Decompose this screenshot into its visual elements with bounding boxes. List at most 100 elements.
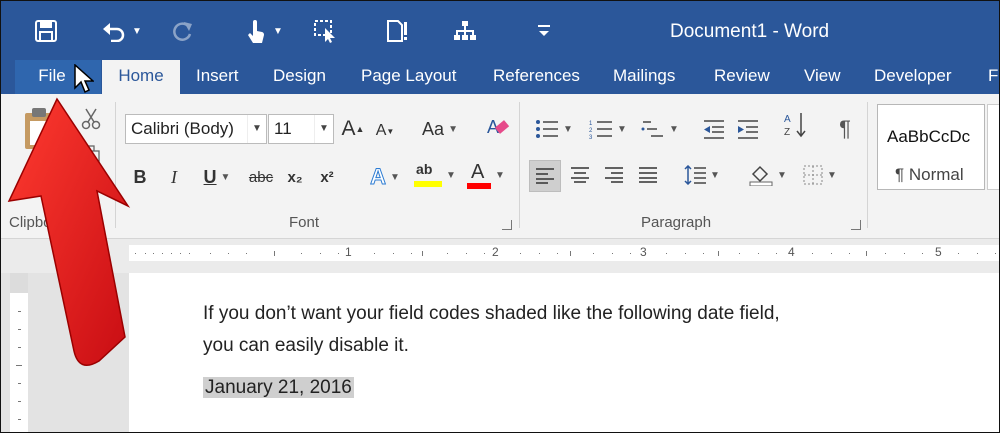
tab-format[interactable]: Fo <box>988 60 999 94</box>
cut-icon[interactable] <box>77 104 105 134</box>
paste-label[interactable]: Pa <box>21 156 61 186</box>
increase-indent-icon[interactable] <box>733 114 763 144</box>
decrease-indent-icon[interactable] <box>699 114 729 144</box>
font-size-value: 11 <box>274 119 292 138</box>
indent-marker-icon[interactable] <box>66 241 80 271</box>
align-left-button[interactable] <box>529 160 561 192</box>
document-page[interactable]: If you don’t want your field codes shade… <box>129 273 999 432</box>
separator <box>867 102 868 228</box>
window-title: Document1 - Word <box>670 21 830 42</box>
touch-mode-icon[interactable]: ▼ <box>241 13 287 49</box>
underline-button[interactable]: U ▼ <box>195 162 239 192</box>
undo-dropdown-icon[interactable]: ▼ <box>132 26 142 37</box>
customize-qat-icon[interactable] <box>534 13 554 49</box>
chevron-down-icon: ▼ <box>563 123 573 135</box>
align-right-button[interactable] <box>599 160 629 190</box>
text-effects-button[interactable]: A ▼ <box>363 162 407 192</box>
font-color-button[interactable]: A ▼ <box>463 160 509 190</box>
paragraph-dialog-launcher-icon[interactable] <box>851 220 861 230</box>
save-icon[interactable] <box>31 13 61 49</box>
proofing-icon[interactable] <box>382 13 412 49</box>
chevron-down-icon: ▼ <box>827 169 837 181</box>
undo-icon[interactable]: ▼ <box>97 13 147 49</box>
font-name-combo[interactable]: Calibri (Body) ▼ <box>125 114 267 144</box>
clear-formatting-icon[interactable]: A <box>483 112 513 142</box>
redo-icon <box>171 13 195 49</box>
hierarchy-icon[interactable] <box>450 13 480 49</box>
tab-design[interactable]: Design <box>273 60 326 94</box>
left-margin-area <box>1 273 129 432</box>
ruler-number: 1 <box>345 245 352 259</box>
horizontal-ruler[interactable]: 1 2 3 4 5 <box>129 245 999 261</box>
date-field[interactable]: January 21, 2016 <box>203 377 354 399</box>
underline-glyph: U <box>203 166 217 187</box>
highlight-glyph: ab <box>416 161 433 177</box>
copy-icon[interactable] <box>77 140 105 170</box>
svg-text:1: 1 <box>589 121 593 127</box>
svg-text:A: A <box>784 114 791 125</box>
tab-references[interactable]: References <box>493 60 580 94</box>
align-center-button[interactable] <box>565 160 595 190</box>
font-dialog-launcher-icon[interactable] <box>502 220 512 230</box>
chevron-down-icon[interactable]: ▼ <box>247 115 266 143</box>
ruler-number: 4 <box>788 245 795 259</box>
chevron-down-icon: ▼ <box>710 169 720 181</box>
shading-icon[interactable]: ▼ <box>745 160 791 190</box>
sort-icon[interactable]: AZ <box>781 110 811 140</box>
text-effects-glyph: A <box>370 164 387 190</box>
subscript-button[interactable]: x₂ <box>283 162 307 192</box>
chevron-down-icon: ▼ <box>777 169 787 181</box>
ruler-number: 3 <box>640 245 647 259</box>
chevron-down-icon: ▼ <box>669 123 679 135</box>
multilevel-list-icon[interactable]: ▼ <box>637 114 683 144</box>
shrink-font-button[interactable]: A ▼ <box>373 116 397 146</box>
style-normal[interactable]: AaBbCcDc ¶ Normal <box>877 104 985 190</box>
tab-view[interactable]: View <box>804 60 841 94</box>
font-size-combo[interactable]: 11 ▼ <box>268 114 334 144</box>
show-formatting-marks-icon[interactable]: ¶ <box>831 114 859 144</box>
date-field-text: January 21, 2016 <box>203 377 354 398</box>
ribbon-home: Pa Clipbo Calibri (Body) ▼ 11 ▼ A ▲ A ▼ Aa… <box>1 94 999 239</box>
bullets-icon[interactable]: ▼ <box>531 114 577 144</box>
styles-gallery-next[interactable] <box>987 104 999 190</box>
chevron-down-icon: ▼ <box>446 169 456 181</box>
svg-text:2: 2 <box>589 128 593 134</box>
tab-mailings[interactable]: Mailings <box>613 60 675 94</box>
tab-home[interactable]: Home <box>102 60 180 95</box>
grow-font-button[interactable]: A ▲ <box>341 114 365 144</box>
ruler-number: 5 <box>935 245 942 259</box>
chevron-down-icon: ▼ <box>389 171 400 183</box>
select-objects-icon[interactable] <box>310 13 340 49</box>
highlight-icon: ab <box>414 161 443 189</box>
style-name: ¶ Normal <box>895 165 964 184</box>
chevron-down-icon: ▼ <box>495 169 505 181</box>
strikethrough-button[interactable]: abc <box>245 162 277 192</box>
change-case-button[interactable]: Aa ▼ <box>417 114 463 144</box>
tab-developer[interactable]: Developer <box>874 60 952 94</box>
chevron-down-icon[interactable]: ▼ <box>314 115 333 143</box>
tab-page-layout[interactable]: Page Layout <box>361 60 456 94</box>
bold-button[interactable]: B <box>129 162 151 192</box>
italic-button[interactable]: I <box>163 162 185 192</box>
font-color-bar <box>467 183 492 189</box>
separator <box>115 102 116 228</box>
highlight-button[interactable]: ab ▼ <box>411 160 459 190</box>
highlight-color-bar <box>414 181 443 187</box>
paste-icon[interactable] <box>15 104 63 154</box>
change-case-glyph: Aa <box>422 118 445 139</box>
title-bar: ▼ ▼ Document1 - Word <box>1 1 999 60</box>
tab-insert[interactable]: Insert <box>196 60 239 94</box>
word-window: ▼ ▼ Document1 - Word File Home Insert De… <box>0 0 1000 433</box>
tab-review[interactable]: Review <box>714 60 770 94</box>
numbering-icon[interactable]: 123 ▼ <box>585 114 631 144</box>
superscript-button[interactable]: x² <box>315 162 339 192</box>
justify-button[interactable] <box>633 160 663 190</box>
body-text-line-2: you can easily disable it. <box>203 335 409 356</box>
borders-icon[interactable]: ▼ <box>797 160 843 190</box>
font-name-value: Calibri (Body) <box>131 119 234 138</box>
vertical-ruler[interactable] <box>10 273 28 432</box>
ruler-number: 2 <box>492 245 499 259</box>
touch-dropdown-icon[interactable]: ▼ <box>273 26 283 37</box>
line-spacing-icon[interactable]: ▼ <box>679 160 725 190</box>
body-text-line-1: If you don’t want your field codes shade… <box>203 303 780 324</box>
